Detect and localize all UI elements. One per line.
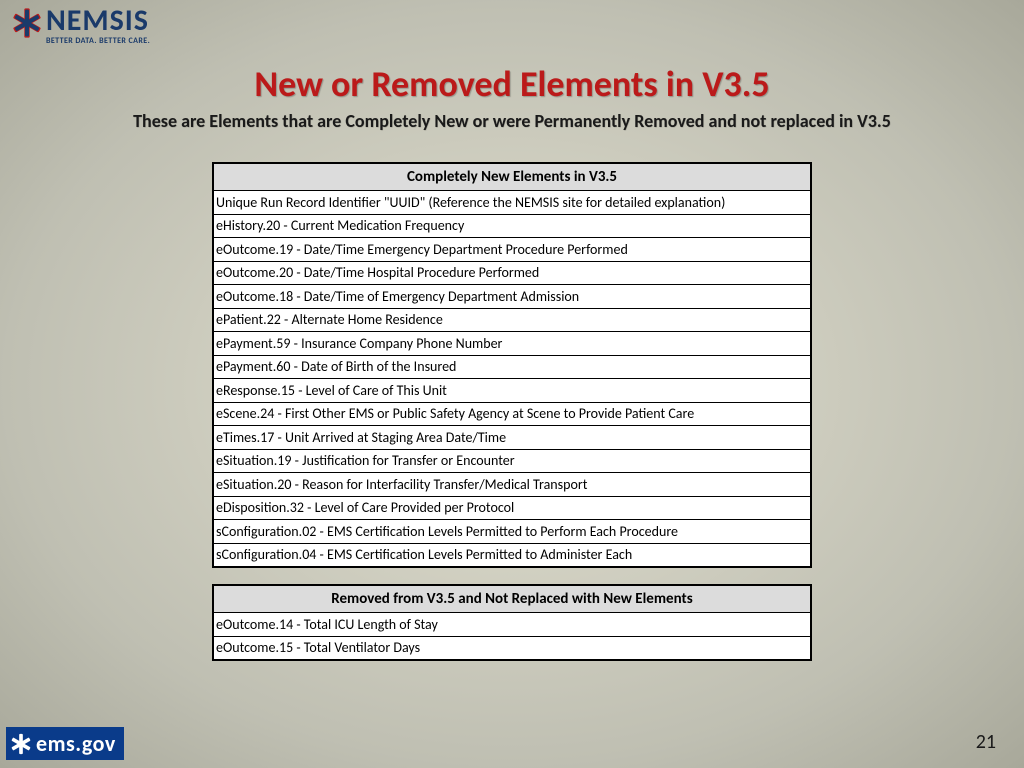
table-row: eHistory.20 - Current Medication Frequen… [213,214,811,238]
ems-gov-logo: ems.gov [6,727,124,760]
slide-title: New or Removed Elements in V3.5 [0,62,1024,106]
table-row: eTimes.17 - Unit Arrived at Staging Area… [213,426,811,450]
table-row: eSituation.20 - Reason for Interfacility… [213,473,811,497]
table-row: sConfiguration.04 - EMS Certification Le… [213,543,811,567]
star-of-life-icon [10,733,32,755]
slide-subtitle: These are Elements that are Completely N… [0,110,1024,132]
table-row: Unique Run Record Identifier "UUID" (Ref… [213,191,811,215]
table-row: eDisposition.32 - Level of Care Provided… [213,496,811,520]
table-row: eSituation.19 - Justification for Transf… [213,449,811,473]
table-row: ePayment.60 - Date of Birth of the Insur… [213,355,811,379]
table-row: eOutcome.20 - Date/Time Hospital Procedu… [213,261,811,285]
star-of-life-icon [10,6,44,40]
table-row: eScene.24 - First Other EMS or Public Sa… [213,402,811,426]
nemsis-logo: NEMSIS BETTER DATA. BETTER CARE. [10,6,150,45]
table-row: ePayment.59 - Insurance Company Phone Nu… [213,332,811,356]
table-row: eOutcome.19 - Date/Time Emergency Depart… [213,238,811,262]
removed-elements-table: Removed from V3.5 and Not Replaced with … [212,584,812,661]
new-elements-table: Completely New Elements in V3.5 Unique R… [212,162,812,568]
table-row: eOutcome.15 - Total Ventilator Days [213,636,811,660]
table-row: eResponse.15 - Level of Care of This Uni… [213,379,811,403]
nemsis-tagline: BETTER DATA. BETTER CARE. [46,37,150,45]
new-elements-header: Completely New Elements in V3.5 [213,163,811,191]
table-row: sConfiguration.02 - EMS Certification Le… [213,520,811,544]
table-row: eOutcome.18 - Date/Time of Emergency Dep… [213,285,811,309]
content-tables: Completely New Elements in V3.5 Unique R… [212,162,812,661]
removed-elements-header: Removed from V3.5 and Not Replaced with … [213,585,811,613]
table-row: ePatient.22 - Alternate Home Residence [213,308,811,332]
table-row: eOutcome.14 - Total ICU Length of Stay [213,613,811,637]
nemsis-brand-text: NEMSIS [46,6,150,36]
ems-gov-text: ems.gov [36,730,116,757]
page-number: 21 [976,730,996,754]
